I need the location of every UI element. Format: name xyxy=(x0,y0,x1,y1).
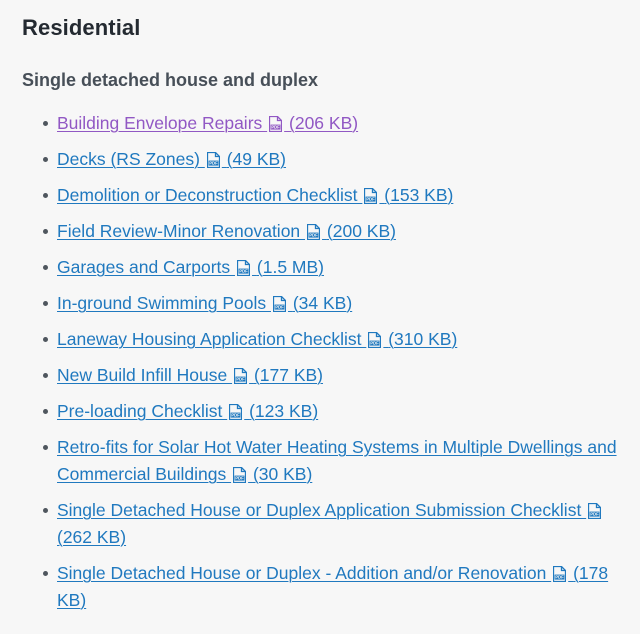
list-item: In-ground Swimming Pools PDF (34 KB) xyxy=(22,290,626,317)
list-bullet xyxy=(43,337,48,342)
section-subtitle: Single detached house and duplex xyxy=(22,70,319,90)
document-link-11[interactable]: Single Detached House or Duplex - Additi… xyxy=(57,563,608,610)
svg-text:PDF: PDF xyxy=(371,341,380,346)
list-item: Pre-loading Checklist PDF (123 KB) xyxy=(22,398,626,425)
document-file-size: (34 KB) xyxy=(292,293,353,313)
document-link-9[interactable]: Retro-fits for Solar Hot Water Heating S… xyxy=(57,437,617,484)
list-bullet xyxy=(43,445,48,450)
document-file-size: (206 KB) xyxy=(289,113,359,133)
document-link-label: Demolition or Deconstruction Checklist xyxy=(57,185,363,205)
document-link-3[interactable]: Field Review-Minor Renovation PDF (200 K… xyxy=(57,221,396,241)
pdf-icon: PDF xyxy=(588,503,602,519)
list-bullet xyxy=(43,301,48,306)
pdf-icon: PDF xyxy=(234,368,248,384)
svg-text:PDF: PDF xyxy=(309,233,318,238)
pdf-icon: PDF xyxy=(307,224,321,240)
page-title: Residential xyxy=(22,15,141,40)
document-link-label: Laneway Housing Application Checklist xyxy=(57,329,367,349)
document-link-label: New Build Infill House xyxy=(57,365,233,385)
pdf-icon: PDF xyxy=(269,116,283,132)
document-file-size: (310 KB) xyxy=(388,329,458,349)
list-item: Decks (RS Zones) PDF (49 KB) xyxy=(22,146,626,173)
document-link-label: Decks (RS Zones) xyxy=(57,149,205,169)
document-file-size: (177 KB) xyxy=(253,365,324,385)
pdf-icon: PDF xyxy=(364,188,378,204)
pdf-icon: PDF xyxy=(233,467,247,483)
svg-text:PDF: PDF xyxy=(236,377,245,382)
pdf-icon: PDF xyxy=(553,566,567,582)
list-bullet xyxy=(43,157,48,162)
list-item: Laneway Housing Application Checklist PD… xyxy=(22,326,626,353)
list-bullet xyxy=(43,265,48,270)
document-link-label: Building Envelope Repairs xyxy=(57,113,268,133)
svg-text:PDF: PDF xyxy=(367,197,376,202)
document-link-8[interactable]: Pre-loading Checklist PDF (123 KB) xyxy=(57,401,318,421)
residential-documents-page: Residential Single detached house and du… xyxy=(0,0,640,634)
list-item: Single Detached House or Duplex Applicat… xyxy=(22,497,626,551)
document-link-list: Building Envelope Repairs PDF (206 KB) D… xyxy=(22,110,626,623)
document-link-7[interactable]: New Build Infill House PDF (177 KB) xyxy=(57,365,323,385)
document-file-size: (262 KB) xyxy=(57,527,127,547)
document-file-size: (153 KB) xyxy=(384,185,454,205)
document-link-2[interactable]: Demolition or Deconstruction Checklist P… xyxy=(57,185,453,205)
pdf-icon: PDF xyxy=(272,296,286,312)
list-item: Field Review-Minor Renovation PDF (200 K… xyxy=(22,218,626,245)
list-bullet xyxy=(43,193,48,198)
document-link-6[interactable]: Laneway Housing Application Checklist PD… xyxy=(57,329,457,349)
pdf-icon: PDF xyxy=(229,404,243,420)
svg-text:PDF: PDF xyxy=(231,413,240,418)
pdf-icon: PDF xyxy=(368,332,382,348)
list-bullet xyxy=(43,229,48,234)
svg-text:PDF: PDF xyxy=(235,476,244,481)
document-link-label: Pre-loading Checklist xyxy=(57,401,228,421)
document-link-10[interactable]: Single Detached House or Duplex Applicat… xyxy=(57,500,603,547)
document-link-label: Single Detached House or Duplex Applicat… xyxy=(57,500,587,520)
list-bullet xyxy=(43,409,48,414)
document-file-size: (200 KB) xyxy=(326,221,396,241)
list-item: New Build Infill House PDF (177 KB) xyxy=(22,362,626,389)
document-link-4[interactable]: Garages and Carports PDF (1.5 MB) xyxy=(57,257,324,277)
svg-text:PDF: PDF xyxy=(209,161,218,166)
list-bullet xyxy=(43,121,48,126)
svg-text:PDF: PDF xyxy=(555,575,564,580)
document-file-size: (49 KB) xyxy=(226,149,287,169)
pdf-icon: PDF xyxy=(206,152,220,168)
document-link-label: Retro-fits for Solar Hot Water Heating S… xyxy=(57,437,617,484)
svg-text:PDF: PDF xyxy=(590,512,599,517)
document-link-5[interactable]: In-ground Swimming Pools PDF (34 KB) xyxy=(57,293,352,313)
document-link-label: Single Detached House or Duplex - Additi… xyxy=(57,563,552,583)
list-bullet xyxy=(43,571,48,576)
document-link-label: Field Review-Minor Renovation xyxy=(57,221,306,241)
list-item: Retro-fits for Solar Hot Water Heating S… xyxy=(22,434,626,488)
svg-text:PDF: PDF xyxy=(239,269,248,274)
document-file-size: (1.5 MB) xyxy=(256,257,324,277)
svg-text:PDF: PDF xyxy=(275,305,284,310)
document-link-1[interactable]: Decks (RS Zones) PDF (49 KB) xyxy=(57,149,286,169)
document-file-size: (30 KB) xyxy=(252,464,313,484)
document-link-label: Garages and Carports xyxy=(57,257,236,277)
list-bullet xyxy=(43,508,48,513)
document-link-label: In-ground Swimming Pools xyxy=(57,293,271,313)
document-file-size: (123 KB) xyxy=(249,401,319,421)
list-item: Demolition or Deconstruction Checklist P… xyxy=(22,182,626,209)
list-item: Single Detached House or Duplex - Additi… xyxy=(22,560,626,614)
list-bullet xyxy=(43,373,48,378)
list-item: Building Envelope Repairs PDF (206 KB) xyxy=(22,110,626,137)
pdf-icon: PDF xyxy=(237,260,251,276)
svg-text:PDF: PDF xyxy=(271,125,280,130)
document-link-0[interactable]: Building Envelope Repairs PDF (206 KB) xyxy=(57,113,358,133)
list-item: Garages and Carports PDF (1.5 MB) xyxy=(22,254,626,281)
